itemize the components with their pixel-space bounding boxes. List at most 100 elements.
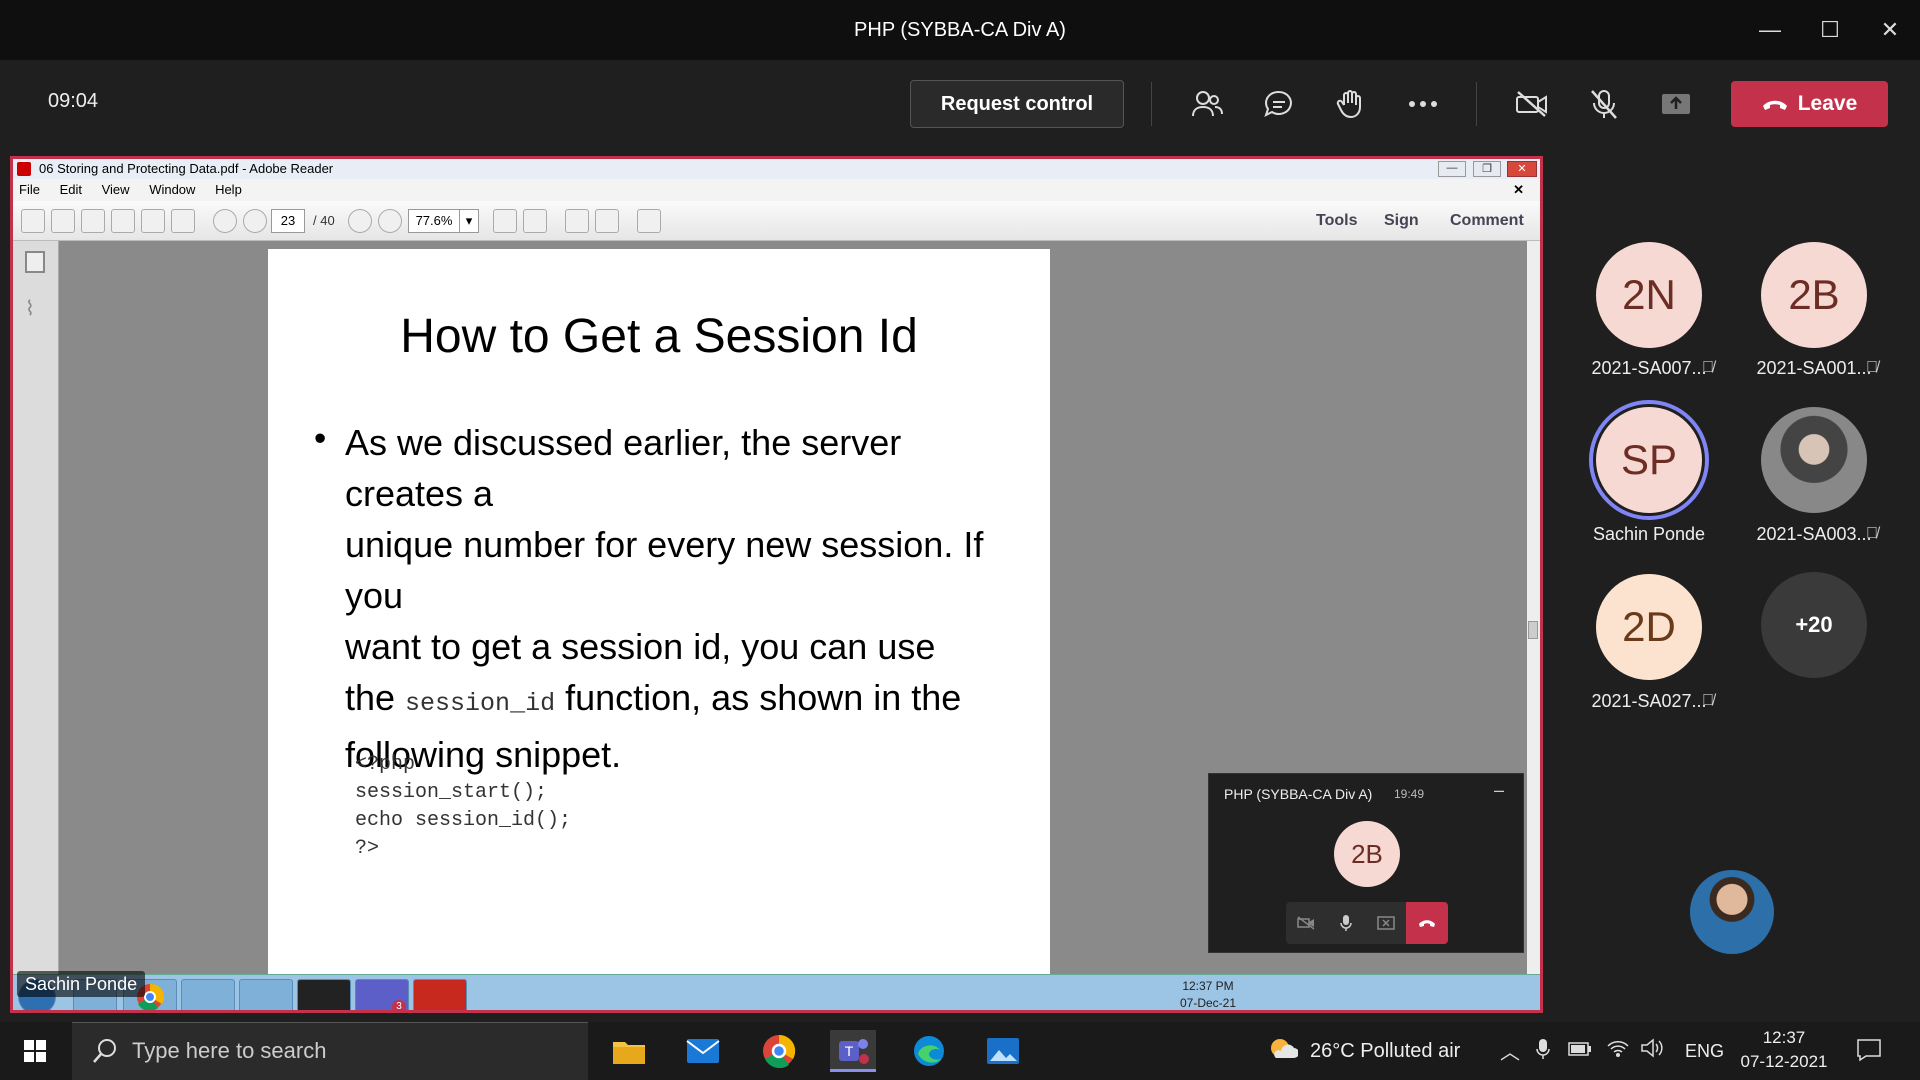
more-participants-button[interactable]: +20 — [1761, 572, 1867, 678]
sign-link[interactable]: Sign — [1384, 209, 1419, 233]
close-icon[interactable]: ✕ — [1860, 0, 1920, 60]
mic-muted-icon: 🎙̸ — [1702, 359, 1714, 376]
body-line: the session_id function, as shown in the — [345, 677, 962, 718]
minimize-icon[interactable]: — — [1740, 0, 1800, 60]
camera-off-icon[interactable] — [1510, 84, 1554, 124]
teams-icon[interactable]: 3 — [355, 979, 409, 1010]
chevron-up-icon[interactable]: ︿ — [1500, 1036, 1520, 1065]
print-icon[interactable] — [141, 209, 165, 233]
comment-link[interactable]: Comment — [1450, 209, 1524, 233]
tools-link[interactable]: Tools — [1316, 209, 1357, 233]
edge-icon[interactable] — [906, 1030, 952, 1072]
participant-avatar[interactable]: SP — [1596, 407, 1702, 513]
wifi-icon[interactable] — [1606, 1038, 1630, 1063]
bullet-marker: • — [314, 419, 327, 458]
attachment-icon[interactable]: ⌇ — [25, 296, 45, 320]
participant-avatar[interactable]: 2N — [1596, 242, 1702, 348]
explorer-icon[interactable] — [239, 979, 293, 1010]
battery-icon[interactable] — [1568, 1042, 1592, 1061]
people-icon[interactable] — [1185, 84, 1229, 124]
mic-tray-icon[interactable] — [1536, 1038, 1550, 1065]
photos-icon[interactable] — [980, 1030, 1026, 1072]
cmd-icon[interactable] — [297, 979, 351, 1010]
fullscreen-icon[interactable] — [637, 209, 661, 233]
open-icon[interactable] — [21, 209, 45, 233]
participant-photo[interactable] — [1761, 407, 1867, 513]
chrome-icon[interactable] — [756, 1030, 802, 1072]
highlight-icon[interactable] — [595, 209, 619, 233]
edit-icon[interactable] — [81, 209, 105, 233]
previous-page-icon[interactable] — [213, 209, 237, 233]
share-icon[interactable] — [1654, 84, 1698, 124]
camera-off-icon[interactable] — [1286, 902, 1326, 944]
comment-icon[interactable] — [565, 209, 589, 233]
more-icon[interactable] — [1401, 84, 1445, 124]
zoom-out-icon[interactable] — [348, 209, 372, 233]
weather-text[interactable]: 26°C Polluted air — [1310, 1040, 1460, 1063]
leave-label: Leave — [1797, 92, 1858, 115]
reader-sidebar: ⌇ — [13, 241, 59, 981]
body-line: As we discussed earlier, the server crea… — [345, 422, 902, 514]
reader-minimize-icon[interactable]: — — [1438, 161, 1466, 177]
zoom-dropdown-icon[interactable]: ▾ — [459, 209, 479, 233]
self-avatar-photo[interactable] — [1690, 870, 1774, 954]
windows-start-icon[interactable] — [12, 1030, 58, 1072]
mini-call-controls — [1286, 902, 1448, 944]
body-line: following snippet. — [345, 734, 622, 775]
create-pdf-icon[interactable] — [51, 209, 75, 233]
code-line: session_start(); — [355, 781, 548, 804]
taskbar-clock[interactable]: 12:37 07-12-2021 — [1734, 1026, 1834, 1074]
leave-button[interactable]: Leave — [1731, 81, 1888, 127]
menu-file[interactable]: File — [19, 182, 40, 197]
participant-avatar[interactable]: 2B — [1761, 242, 1867, 348]
participant-avatar[interactable]: 2D — [1596, 574, 1702, 680]
system-tray-icons[interactable] — [1033, 985, 1153, 1005]
window-title: PHP (SYBBA-CA Div A) — [854, 19, 1066, 41]
maximize-icon[interactable]: ☐ — [1800, 0, 1860, 60]
teams-taskbar-icon[interactable]: T — [830, 1030, 876, 1072]
fit-page-icon[interactable] — [493, 209, 517, 233]
fit-width-icon[interactable] — [523, 209, 547, 233]
page-number-input[interactable]: 23 — [271, 209, 305, 233]
save-icon[interactable] — [111, 209, 135, 233]
reader-menubar: File Edit View Window Help ✕ — [13, 179, 1540, 201]
next-page-icon[interactable] — [243, 209, 267, 233]
meeting-timer: 09:04 — [48, 90, 99, 112]
request-control-button[interactable]: Request control — [910, 80, 1124, 128]
mail-icon[interactable] — [680, 1030, 726, 1072]
document-scrollbar[interactable] — [1527, 241, 1540, 981]
volume-icon[interactable] — [1640, 1038, 1664, 1063]
file-explorer-icon[interactable] — [606, 1030, 652, 1072]
mic-muted-icon: 🎙̸ — [1866, 359, 1878, 376]
raise-hand-icon[interactable] — [1329, 84, 1373, 124]
mini-call-window[interactable]: PHP (SYBBA-CA Div A) 19:49 – 2B — [1208, 773, 1524, 953]
code-line: <?php — [355, 753, 416, 776]
clock-time: 12:37 — [1762, 1028, 1806, 1047]
zoom-in-icon[interactable] — [378, 209, 402, 233]
mic-icon[interactable] — [1326, 902, 1366, 944]
zoom-input[interactable]: 77.6% — [408, 209, 460, 233]
email-icon[interactable] — [171, 209, 195, 233]
teams-badge: 3 — [392, 1000, 406, 1010]
taskbar-search[interactable]: Type here to search — [72, 1022, 588, 1080]
reader-close-icon[interactable]: ✕ — [1507, 161, 1537, 177]
acrobat-icon[interactable] — [413, 979, 467, 1010]
toolbar-divider — [1476, 82, 1477, 126]
menu-view[interactable]: View — [102, 182, 130, 197]
reader-restore-icon[interactable]: ❐ — [1473, 161, 1501, 177]
language-indicator[interactable]: ENG — [1685, 1041, 1724, 1062]
menu-window[interactable]: Window — [149, 182, 195, 197]
menu-edit[interactable]: Edit — [60, 182, 82, 197]
sql-icon[interactable] — [181, 979, 235, 1010]
menu-help[interactable]: Help — [215, 182, 242, 197]
chat-icon[interactable] — [1257, 84, 1301, 124]
slide-body: As we discussed earlier, the server crea… — [345, 417, 1015, 780]
mic-off-icon[interactable] — [1582, 84, 1626, 124]
mini-minimize-icon[interactable]: – — [1494, 780, 1504, 801]
pages-panel-icon[interactable] — [25, 251, 45, 273]
share-tray-icon[interactable] — [1366, 902, 1406, 944]
document-close-icon[interactable]: ✕ — [1513, 179, 1524, 201]
hang-up-icon — [1762, 100, 1787, 110]
hang-up-icon[interactable] — [1406, 902, 1448, 944]
notifications-icon[interactable] — [1856, 1038, 1882, 1067]
